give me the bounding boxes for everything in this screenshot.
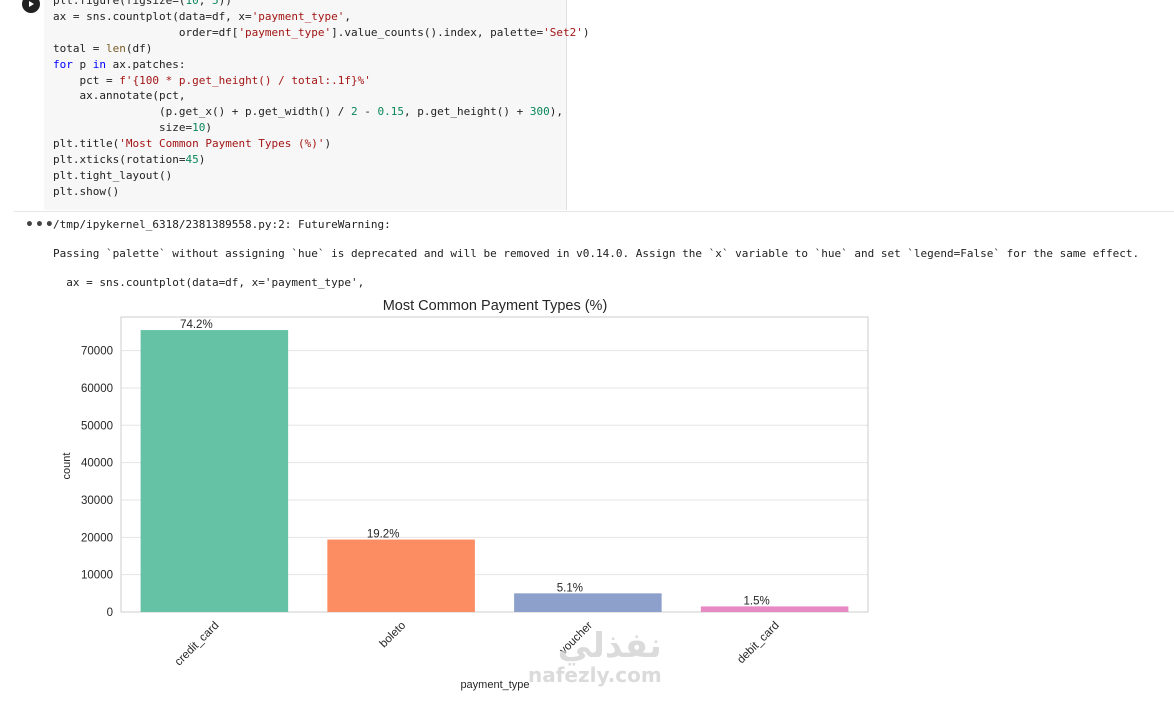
- x-tick-label: credit_card: [173, 620, 222, 669]
- bar-voucher: [514, 593, 662, 612]
- y-tick-label: 70000: [81, 346, 113, 358]
- chart-title: Most Common Payment Types (%): [383, 298, 608, 314]
- x-tick-labels: credit_card boleto voucher debit_card: [173, 620, 782, 669]
- bar-annotation: 74.2%: [180, 319, 213, 331]
- x-tick-label: debit_card: [735, 620, 781, 666]
- bar-chart: 74.2% 19.2% 5.1% 1.5% 0 10000 20000 30000 40000…: [61, 298, 869, 691]
- y-tick-labels: 0 10000 20000 30000 40000 50000 60000 70000: [81, 346, 113, 619]
- x-tick-label: boleto: [378, 620, 409, 651]
- y-tick-label: 20000: [81, 532, 113, 544]
- bar-debit_card: [700, 606, 849, 612]
- bar-credit_card: [140, 330, 289, 612]
- bar-annotation: 1.5%: [744, 595, 770, 607]
- y-axis-label: count: [61, 453, 73, 480]
- y-tick-label: 60000: [81, 383, 113, 395]
- bar-annotation: 19.2%: [367, 529, 400, 541]
- y-tick-label: 40000: [81, 458, 113, 470]
- y-tick-label: 50000: [81, 420, 113, 432]
- y-tick-label: 30000: [81, 495, 113, 507]
- bars: [140, 330, 849, 612]
- watermark-arabic: نفذلي: [557, 626, 662, 666]
- y-tick-label: 10000: [81, 570, 113, 582]
- watermark-logo: نفذلي nafezly.com: [516, 628, 662, 686]
- bar-annotation: 5.1%: [557, 582, 583, 594]
- bar-boleto: [327, 539, 475, 612]
- watermark-latin: nafezly.com: [528, 663, 662, 687]
- y-tick-label: 0: [107, 607, 113, 619]
